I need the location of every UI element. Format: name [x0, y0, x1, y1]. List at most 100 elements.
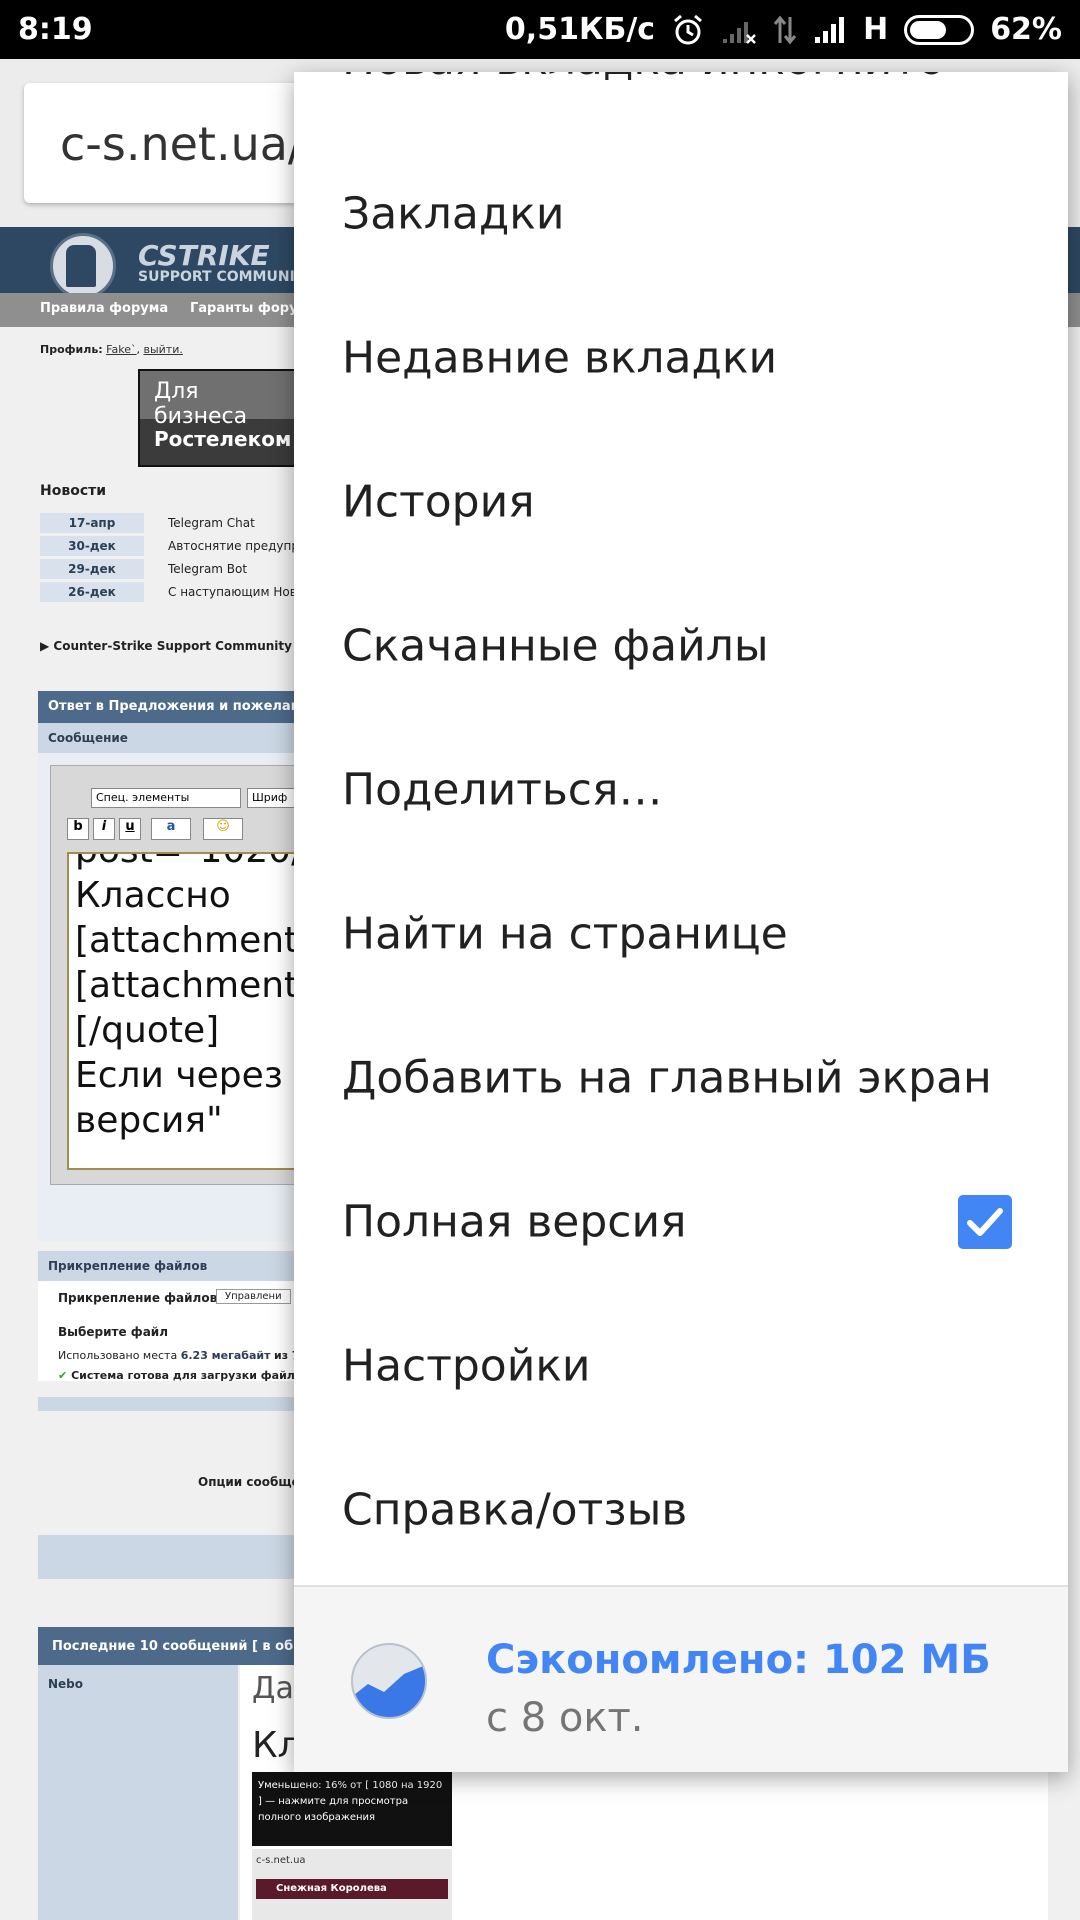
menu-item-label: Закладки: [342, 188, 565, 240]
ad-banner[interactable]: Для бизнеса Ростелеком: [138, 369, 298, 467]
breadcrumb[interactable]: ▶ Counter-Strike Support Community > Осн: [40, 639, 336, 653]
menu-item-label: Найти на странице: [342, 908, 788, 960]
menu-item-label: Настройки: [342, 1340, 591, 1392]
signal-no-sim-icon: [721, 15, 757, 45]
signal-icon: [813, 15, 847, 45]
data-saver-since: с 8 окт.: [486, 1695, 644, 1741]
overflow-menu: Новая вкладка инкогнито Закладки Недавни…: [294, 72, 1068, 1772]
menu-item-add-to-home[interactable]: Добавить на главный экран: [294, 1006, 1068, 1150]
usage-prefix: Использовано места: [58, 1349, 178, 1362]
url-text[interactable]: c-s.net.ua/: [60, 117, 303, 171]
menu-item-label: Скачанные файлы: [342, 620, 769, 672]
news-date: 29-дек: [40, 559, 144, 579]
thumbnail-image[interactable]: c-s.net.ua Снежная Королева: [252, 1849, 452, 1920]
news-date: 26-дек: [40, 582, 144, 602]
news-text[interactable]: Telegram Bot: [168, 562, 247, 576]
network-speed: 0,51КБ/с: [504, 12, 656, 47]
message-textarea[interactable]: post="1020/..." Классно [attachment= [at…: [67, 852, 299, 1170]
ad-brand: Ростелеком: [154, 427, 292, 451]
news-item[interactable]: 26-дек С наступающим Нов: [40, 582, 300, 602]
menu-item-share[interactable]: Поделиться…: [294, 718, 1068, 862]
choose-file-label[interactable]: Выберите файл: [58, 1325, 168, 1339]
menu-item-bookmarks[interactable]: Закладки: [294, 142, 1068, 286]
font-color-button[interactable]: a: [151, 818, 191, 840]
thumbnail-caption[interactable]: Уменьшено: 16% от [ 1080 на 1920 ] — наж…: [252, 1772, 452, 1846]
soldier-icon: [66, 245, 96, 287]
message-editor: Спец. элементы Шриф b i u a ☺ post="1020…: [38, 753, 307, 1241]
menu-item-incognito-tab[interactable]: Новая вкладка инкогнито: [342, 72, 945, 85]
network-type: H: [863, 12, 889, 47]
submit-bar: [38, 1535, 298, 1579]
attach-manage-button[interactable]: Управлени: [216, 1289, 291, 1304]
news-item[interactable]: 29-дек Telegram Bot: [40, 559, 300, 579]
editor-line: [/quote]: [75, 1010, 220, 1051]
profile-label: Профиль:: [40, 343, 103, 356]
menu-item-downloads[interactable]: Скачанные файлы: [294, 574, 1068, 718]
attach-header: Прикрепление файлов: [38, 1251, 298, 1281]
status-icons: 0,51КБ/с H 62%: [505, 12, 1062, 47]
divider-strip: [38, 1397, 298, 1411]
logout-link[interactable]: выйти.: [143, 343, 182, 356]
special-elements-select[interactable]: Спец. элементы: [91, 788, 241, 808]
thumbnail-url: c-s.net.ua: [256, 1855, 306, 1866]
usage-value: 6.23 мегабайт: [180, 1349, 271, 1362]
thumbnail-title: Снежная Королева: [256, 1879, 448, 1899]
bold-button[interactable]: b: [67, 818, 89, 840]
attach-label: Прикрепление файлов: [58, 1291, 218, 1305]
menu-item-label: Поделиться…: [342, 764, 663, 816]
status-bar: 8:19 0,51КБ/с H 62%: [0, 0, 1080, 59]
profile-name-link[interactable]: Fake`: [106, 343, 136, 356]
news-title: Новости: [40, 483, 107, 499]
last10-user[interactable]: Nebo: [48, 1677, 83, 1691]
menu-item-history[interactable]: История: [294, 430, 1068, 574]
italic-button[interactable]: i: [93, 818, 115, 840]
data-saver-chart-icon: [351, 1643, 427, 1719]
news-date: 17-апр: [40, 513, 144, 533]
editor-line: [attachment=: [75, 965, 299, 1006]
underline-button[interactable]: u: [119, 818, 141, 840]
data-saver-amount: Сэкономлено: 102 МБ: [486, 1637, 991, 1683]
data-saver-footer[interactable]: Сэкономлено: 102 МБ с 8 окт.: [294, 1585, 1068, 1772]
news-item[interactable]: 30-дек Автоснятие предупр: [40, 536, 300, 556]
reply-header: Ответ в Предложения и пожелания: [38, 691, 317, 723]
message-label: Сообщение: [38, 723, 298, 753]
editor-line: [attachment=: [75, 920, 299, 961]
menu-item-help-feedback[interactable]: Справка/отзыв: [294, 1438, 1068, 1582]
menu-item-settings[interactable]: Настройки: [294, 1294, 1068, 1438]
alarm-icon: [671, 13, 705, 47]
news-text[interactable]: С наступающим Нов: [168, 585, 297, 599]
checkmark-icon: [967, 1208, 1003, 1236]
menu-item-label: Недавние вкладки: [342, 332, 778, 384]
attach-section: Прикрепление файлов Управлени Выберите ф…: [38, 1281, 307, 1382]
check-icon: ✔: [58, 1369, 68, 1382]
forum-logo-subtext: SUPPORT COMMUNITY: [138, 269, 315, 285]
news-date: 30-дек: [40, 536, 144, 556]
editor-line: версия": [75, 1100, 223, 1141]
news-text[interactable]: Telegram Chat: [168, 516, 255, 530]
news-text[interactable]: Автоснятие предупр: [168, 539, 299, 553]
last10-user-column: Nebo: [38, 1665, 238, 1920]
menu-item-label: Справка/отзыв: [342, 1484, 688, 1536]
menu-item-find-in-page[interactable]: Найти на странице: [294, 862, 1068, 1006]
status-time: 8:19: [18, 12, 93, 47]
data-arrows-icon: [773, 15, 797, 45]
profile-line: Профиль: Fake`, выйти.: [40, 343, 183, 356]
ad-title: Для бизнеса: [140, 371, 296, 429]
smiley-button[interactable]: ☺: [203, 818, 243, 840]
battery-icon: [904, 14, 975, 45]
editor-line: Если через х: [75, 1055, 299, 1096]
menu-item-recent-tabs[interactable]: Недавние вкладки: [294, 286, 1068, 430]
menu-item-desktop-site[interactable]: Полная версия: [294, 1150, 1068, 1294]
menu-item-label: История: [342, 476, 535, 528]
system-ready-text: ✔ Система готова для загрузки файл: [58, 1369, 295, 1382]
news-item[interactable]: 17-апр Telegram Chat: [40, 513, 300, 533]
nav-link-rules[interactable]: Правила форума: [40, 301, 168, 316]
battery-percent: 62%: [990, 12, 1062, 47]
menu-item-label: Полная версия: [342, 1196, 687, 1248]
battery-fill: [910, 20, 947, 39]
editor-panel: Спец. элементы Шриф b i u a ☺ post="1020…: [50, 765, 307, 1185]
system-ready-label: Система готова для загрузки файл: [71, 1369, 295, 1382]
menu-item-label: Добавить на главный экран: [342, 1052, 992, 1104]
desktop-site-checkbox[interactable]: [958, 1195, 1012, 1249]
forum-logo-text: CSTRIKE: [138, 239, 270, 272]
